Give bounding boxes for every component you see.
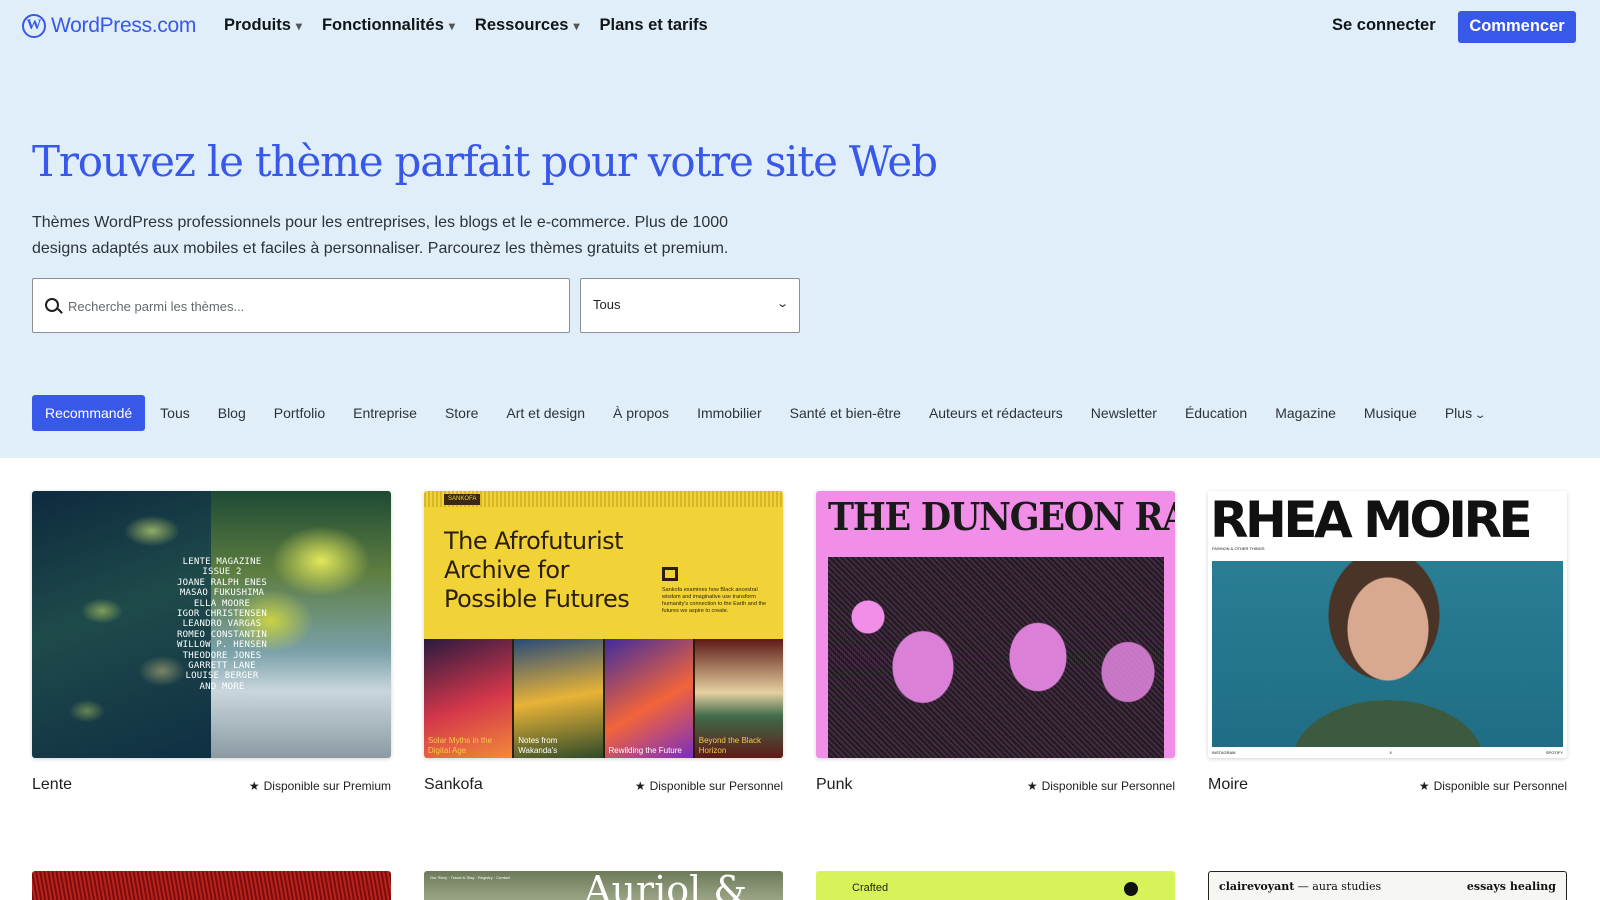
nav-fonctionnalites[interactable]: Fonctionnalités ▾ <box>322 16 455 35</box>
theme-card-sankofa: SANKOFA The Afrofuturist Archive for Pos… <box>424 491 783 806</box>
chevron-down-icon: ⌄ <box>775 298 789 310</box>
theme-name[interactable]: Moire <box>1208 776 1248 794</box>
tab-entreprise[interactable]: Entreprise <box>340 395 430 431</box>
moire-title: RHEA MOIRE <box>1210 491 1533 549</box>
theme-card-punk: THE DUNGEON RABBITS Punk ★Disponible sur… <box>816 491 1175 806</box>
theme-name[interactable]: Lente <box>32 776 72 794</box>
star-icon: ★ <box>1026 779 1038 793</box>
theme-preview[interactable]: Our Story · Travel & Stay · Registry · C… <box>424 871 783 900</box>
band-photo <box>828 557 1164 758</box>
wordpress-logo[interactable]: W WordPress.com <box>22 14 196 38</box>
availability-badge: ★ Disponible sur Premium <box>248 779 391 793</box>
sankofa-title: The Afrofuturist Archive for Possible Fu… <box>444 527 630 613</box>
theme-name[interactable]: Punk <box>816 776 852 794</box>
tab-a-propos[interactable]: À propos <box>600 395 682 431</box>
availability-badge: ★ Disponible sur Personnel <box>1418 779 1567 793</box>
search-icon <box>45 298 59 312</box>
theme-meta: Lente ★ Disponible sur Premium <box>32 776 391 806</box>
tab-plus[interactable]: Plus ⌄ <box>1432 395 1498 431</box>
theme-meta: Moire ★ Disponible sur Personnel <box>1208 776 1567 806</box>
tab-recommande[interactable]: Recommandé <box>32 395 146 431</box>
theme-preview[interactable] <box>32 871 391 900</box>
book-cover: Notes from Wakanda's <box>514 639 605 758</box>
dot-icon <box>1124 882 1138 896</box>
tab-sante[interactable]: Santé et bien-être <box>777 395 914 431</box>
wordpress-w-icon: W <box>22 14 46 38</box>
preview-nav: essays healing <box>1466 880 1556 893</box>
tab-auteurs[interactable]: Auteurs et rédacteurs <box>916 395 1076 431</box>
book-covers: Solar Myths in the Digital Age Notes fro… <box>424 639 783 758</box>
search-input[interactable] <box>68 295 548 317</box>
main-nav-links: Produits ▾ Fonctionnalités ▾ Ressources ▾ P… <box>224 16 728 35</box>
portrait-photo <box>1212 561 1563 747</box>
availability-badge: ★ Disponible sur Personnel <box>1026 779 1175 793</box>
select-value: Tous <box>593 297 621 312</box>
theme-preview[interactable]: SANKOFA The Afrofuturist Archive for Pos… <box>424 491 783 758</box>
preview-image: RHEA MOIRE FASHION & OTHER THINGS INSTAG… <box>1208 491 1567 758</box>
availability-badge: ★ Disponible sur Personnel <box>634 779 783 793</box>
moire-footer: INSTAGRAM X SPOTIFY <box>1212 750 1563 755</box>
theme-search <box>32 278 570 333</box>
book-cover: Beyond the Black Horizon <box>694 639 783 758</box>
theme-preview[interactable]: Crafted <box>816 871 1175 900</box>
page-title: Trouvez le thème parfait pour votre site… <box>32 137 938 186</box>
theme-preview[interactable]: RHEA MOIRE FASHION & OTHER THINGS INSTAG… <box>1208 491 1567 758</box>
nav-ressources[interactable]: Ressources ▾ <box>475 16 580 35</box>
tab-newsletter[interactable]: Newsletter <box>1078 395 1170 431</box>
theme-meta: Punk ★ Disponible sur Personnel <box>816 776 1175 806</box>
top-navigation: W WordPress.com Produits ▾ Fonctionnalité… <box>0 0 1600 52</box>
star-icon: ★ <box>634 779 646 793</box>
tab-immobilier[interactable]: Immobilier <box>684 395 775 431</box>
category-tabs: Recommandé Tous Blog Portfolio Entrepris… <box>32 395 1499 431</box>
book-cover: Solar Myths in the Digital Age <box>424 639 515 758</box>
tab-store[interactable]: Store <box>432 395 491 431</box>
star-icon: ★ <box>248 779 260 793</box>
chevron-down-icon: ▾ <box>573 19 580 33</box>
theme-meta: Sankofa ★ Disponible sur Personnel <box>424 776 783 806</box>
preview-image: THE DUNGEON RABBITS <box>816 491 1175 758</box>
theme-preview[interactable]: LENTE MAGAZINE ISSUE 2 JOANE RALPH ENES … <box>32 491 391 758</box>
theme-card-lente: LENTE MAGAZINE ISSUE 2 JOANE RALPH ENES … <box>32 491 391 806</box>
start-button[interactable]: Commencer <box>1458 11 1576 43</box>
theme-preview[interactable]: clairevoyant — aura studies essays heali… <box>1208 871 1567 900</box>
star-icon: ★ <box>1418 779 1430 793</box>
preview-title: Crafted <box>852 882 889 894</box>
tab-tous[interactable]: Tous <box>147 395 203 431</box>
theme-name[interactable]: Sankofa <box>424 776 483 794</box>
sankofa-tag: SANKOFA <box>444 494 481 505</box>
logo-text: WordPress.com <box>51 14 197 37</box>
page-description: Thèmes WordPress professionnels pour les… <box>32 214 729 257</box>
nav-produits[interactable]: Produits ▾ <box>224 16 302 35</box>
tab-magazine[interactable]: Magazine <box>1262 395 1349 431</box>
tab-musique[interactable]: Musique <box>1351 395 1430 431</box>
chevron-down-icon: ▾ <box>448 19 455 33</box>
tab-art-design[interactable]: Art et design <box>493 395 598 431</box>
theme-card-moire: RHEA MOIRE FASHION & OTHER THINGS INSTAG… <box>1208 491 1567 806</box>
chevron-down-icon: ▾ <box>295 19 302 33</box>
punk-title: THE DUNGEON RABBITS <box>828 494 1175 541</box>
login-link[interactable]: Se connecter <box>1332 16 1436 35</box>
tab-portfolio[interactable]: Portfolio <box>261 395 338 431</box>
preview-nav: Our Story · Travel & Stay · Registry · C… <box>430 875 511 880</box>
theme-filter-select[interactable]: Tous ⌄ <box>580 278 800 333</box>
lente-issue-text: LENTE MAGAZINE ISSUE 2 JOANE RALPH ENES … <box>177 557 267 692</box>
nav-plans-tarifs[interactable]: Plans et tarifs <box>600 16 708 35</box>
tab-education[interactable]: Éducation <box>1172 395 1260 431</box>
preview-title: clairevoyant — aura studies <box>1219 880 1382 893</box>
sankofa-blurb: Sankofa examines how Black ancestral wis… <box>662 587 767 614</box>
theme-preview[interactable]: THE DUNGEON RABBITS <box>816 491 1175 758</box>
moire-subtitle: FASHION & OTHER THINGS <box>1212 546 1265 551</box>
sankofa-mark-icon <box>662 567 678 581</box>
book-cover: Rewilding the Future <box>604 639 695 758</box>
preview-header: SANKOFA The Afrofuturist Archive for Pos… <box>424 491 783 639</box>
chevron-down-icon: ⌄ <box>1473 410 1487 421</box>
preview-title: Auriol & <box>584 871 748 900</box>
tab-blog[interactable]: Blog <box>205 395 259 431</box>
